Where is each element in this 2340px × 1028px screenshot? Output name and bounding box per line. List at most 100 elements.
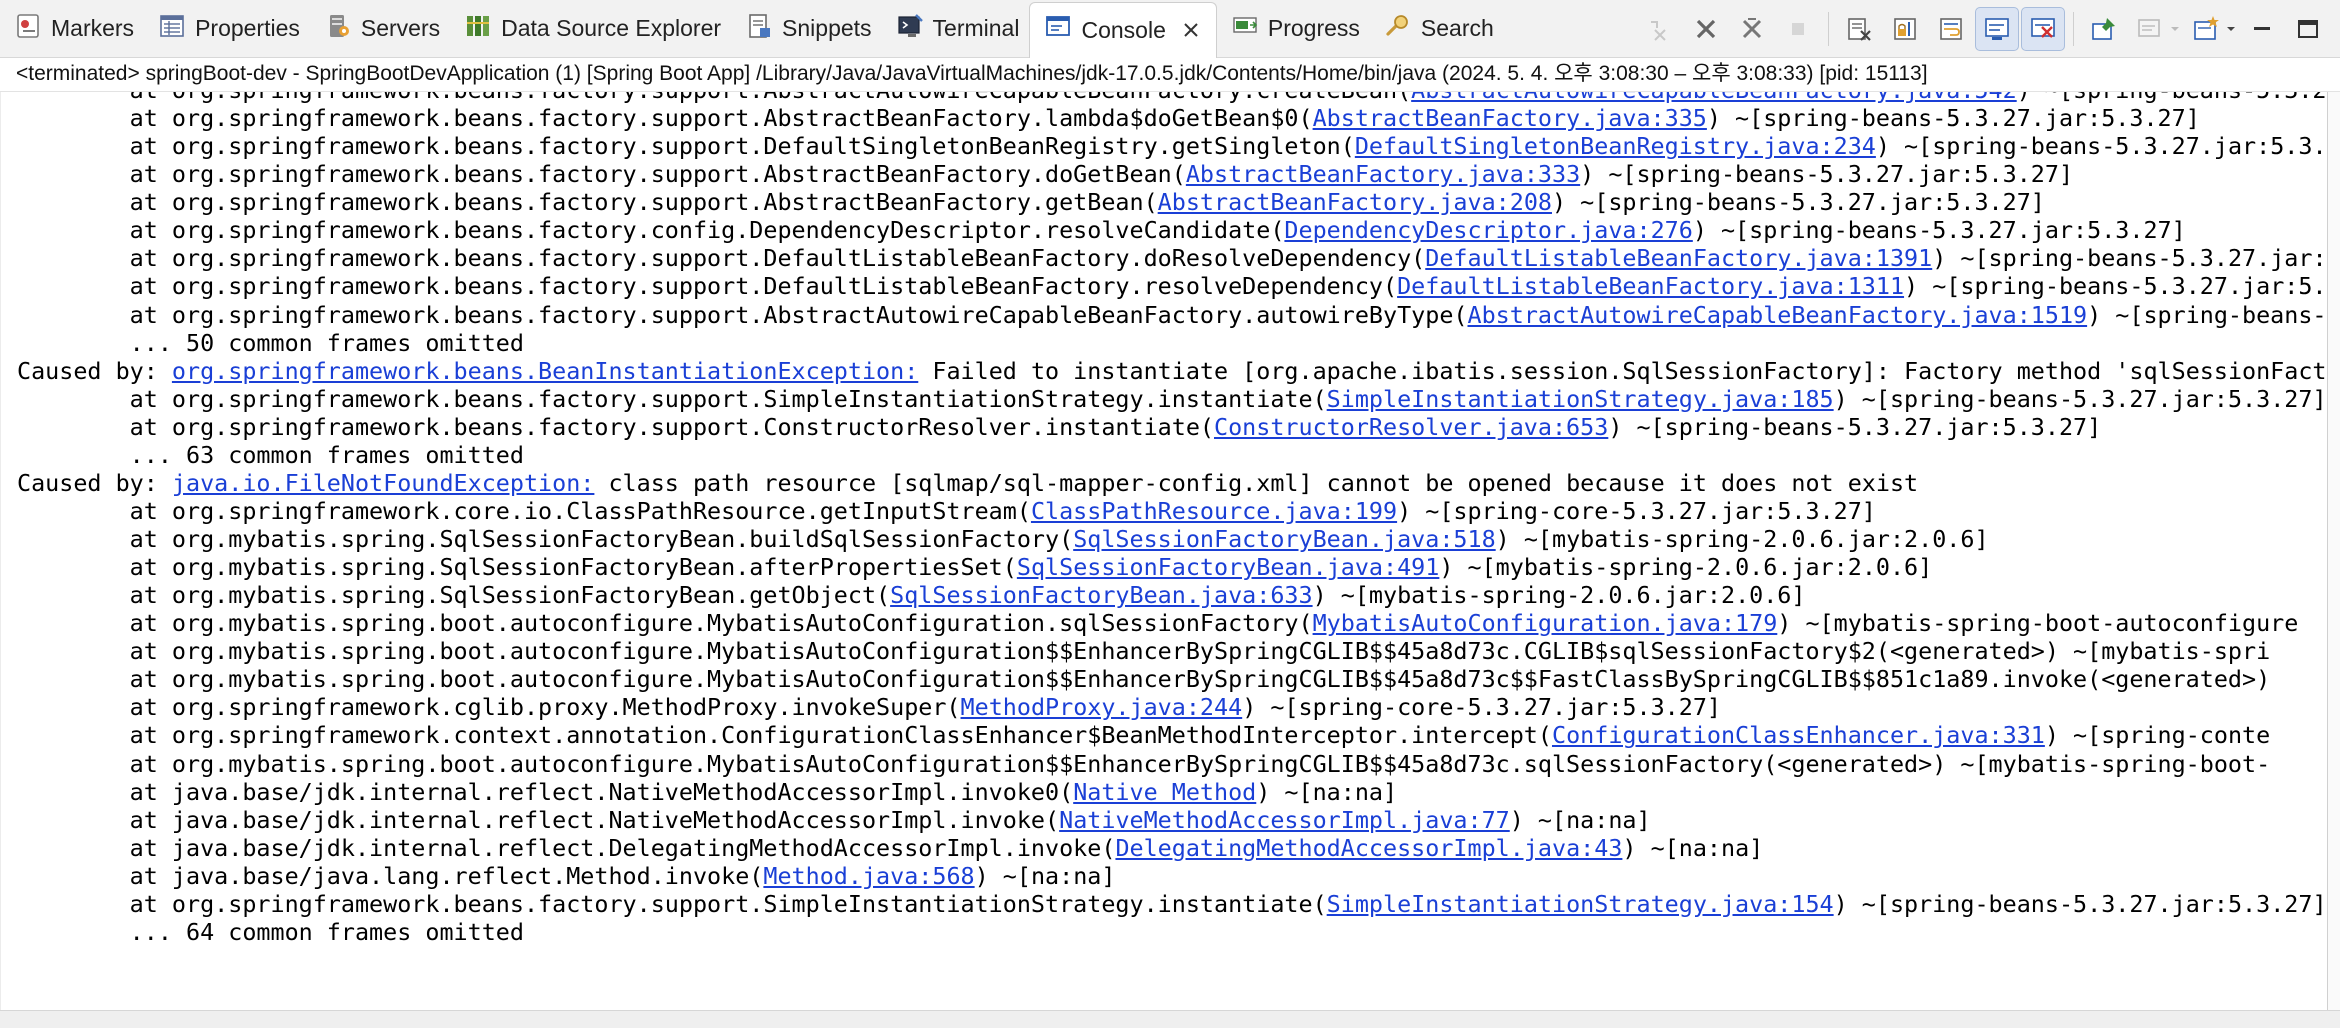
console-line: at org.mybatis.spring.boot.autoconfigure… — [1, 637, 2327, 666]
close-icon[interactable] — [1180, 19, 1202, 41]
console-text: at org.springframework.beans.factory.sup… — [17, 244, 1426, 273]
stack-trace-link[interactable]: MethodProxy.java:244 — [961, 693, 1243, 721]
console-line: at org.springframework.cglib.proxy.Metho… — [1, 693, 2327, 722]
console-line: at java.base/jdk.internal.reflect.Native… — [1, 777, 2327, 806]
console-text: class path resource [sqlmap/sql-mapper-c… — [594, 468, 1919, 497]
chevron-down-icon[interactable] — [2168, 7, 2182, 51]
console-text: at org.springframework.beans.factory.sup… — [17, 889, 1327, 918]
console-text: ) ~[spring-beans-5.3.27.jar:5.3.27] — [1580, 160, 2074, 189]
toolbar-separator — [1828, 12, 1829, 46]
stack-trace-link[interactable]: AbstractAutowireCapableBeanFactory.java:… — [1467, 301, 2087, 329]
console-line: at org.springframework.beans.factory.sup… — [1, 188, 2327, 217]
console-line: Caused by: org.springframework.beans.Bea… — [1, 356, 2327, 385]
tab-progress[interactable]: Progress — [1217, 3, 1370, 55]
tab-markers[interactable]: Markers — [0, 3, 144, 55]
stack-trace-link[interactable]: SqlSessionFactoryBean.java:518 — [1073, 525, 1495, 553]
display-selected-console-icon[interactable] — [2128, 7, 2172, 51]
tab-label: Markers — [51, 15, 135, 41]
stack-trace-link[interactable]: java.io.FileNotFoundException: — [172, 469, 594, 497]
tab-search[interactable]: Search — [1370, 3, 1504, 55]
tab-console[interactable]: Console — [1029, 1, 1217, 58]
console-line: at org.springframework.beans.factory.sup… — [1, 385, 2327, 413]
console-text: at org.springframework.beans.factory.sup… — [17, 300, 1468, 329]
tab-servers[interactable]: Servers — [310, 3, 450, 55]
console-text: at org.mybatis.spring.boot.autoconfigure… — [17, 609, 1313, 638]
stack-trace-link[interactable]: SimpleInstantiationStrategy.java:154 — [1327, 890, 1834, 918]
console-text: ) ~[mybatis-spring-2.0.6.jar:2.0.6] — [1439, 553, 1933, 582]
console-icon — [1044, 13, 1081, 47]
stack-trace-link[interactable]: DefaultSingletonBeanRegistry.java:234 — [1355, 132, 1876, 160]
console-text: ) ~[spring-beans-5.3.27.jar:5.3.27] — [1833, 889, 2327, 918]
console-text: at org.springframework.beans.factory.sup… — [17, 160, 1186, 189]
console-text: ) ~[spring-conte — [2044, 721, 2271, 750]
stack-trace-link[interactable]: AbstractBeanFactory.java:333 — [1186, 160, 1580, 188]
stack-trace-link[interactable]: AbstractBeanFactory.java:208 — [1158, 188, 1552, 216]
console-text: at org.mybatis.spring.SqlSessionFactoryB… — [17, 581, 891, 610]
console-text: at org.mybatis.spring.boot.autoconfigure… — [17, 665, 2271, 694]
tab-terminal[interactable]: Terminal — [882, 3, 1030, 55]
stack-trace-link[interactable]: NativeMethodAccessorImpl.java:77 — [1059, 806, 1510, 834]
console-text: ... 63 common frames omitted — [17, 440, 524, 469]
stack-trace-link[interactable]: SqlSessionFactoryBean.java:633 — [890, 581, 1312, 609]
pin-console-icon[interactable] — [2082, 7, 2126, 51]
stack-trace-link[interactable]: AbstractAutowireCapableBeanFactory.java:… — [1411, 92, 2017, 104]
stack-trace-link[interactable]: DependencyDescriptor.java:276 — [1284, 216, 1692, 244]
console-output[interactable]: at org.springframework.beans.factory.sup… — [0, 92, 2328, 1010]
console-text: at java.base/jdk.internal.reflect.Delega… — [17, 833, 1116, 862]
tab-data-source-explorer[interactable]: Data Source Explorer — [450, 3, 731, 55]
snippets-icon — [745, 12, 782, 46]
console-text: at java.base/jdk.internal.reflect.Native… — [17, 777, 1074, 806]
stack-trace-link[interactable]: Method.java:568 — [763, 862, 974, 890]
console-text: ... 64 common frames omitted — [17, 917, 524, 946]
console-text: Caused by: — [17, 356, 172, 385]
chevron-down-icon[interactable] — [2224, 7, 2238, 51]
console-text: at org.springframework.context.annotatio… — [17, 721, 1552, 750]
console-text: ) ~[na:na] — [1256, 777, 1398, 806]
remove-launch-icon[interactable] — [1730, 7, 1774, 51]
stack-trace-link[interactable]: MybatisAutoConfiguration.java:179 — [1313, 609, 1778, 637]
stack-trace-link[interactable]: DefaultListableBeanFactory.java:1311 — [1397, 272, 1904, 300]
vertical-scrollbar[interactable] — [2328, 92, 2340, 1010]
open-console-icon[interactable] — [2184, 7, 2228, 51]
stack-trace-link[interactable]: DefaultListableBeanFactory.java:1391 — [1425, 244, 1932, 272]
minimize-icon[interactable] — [2240, 7, 2284, 51]
stack-trace-link[interactable]: ClassPathResource.java:199 — [1031, 497, 1397, 525]
console-text: at org.mybatis.spring.boot.autoconfigure… — [17, 749, 2271, 778]
console-text: ) ~[spring-beans-5.3.27.jar:5.3.27] — [1608, 412, 2102, 441]
properties-icon — [158, 12, 195, 46]
tab-properties[interactable]: Properties — [144, 3, 310, 55]
console-line: Caused by: java.io.FileNotFoundException… — [1, 468, 2327, 497]
console-text: Caused by: — [17, 468, 172, 497]
progress-icon — [1231, 12, 1268, 46]
tab-label: Search — [1420, 15, 1494, 41]
console-line: at org.springframework.beans.factory.sup… — [1, 104, 2327, 132]
console-text: ) ~[spring-beans-5.3.27.jar:5.3.27] — [1551, 188, 2045, 217]
console-text: at org.mybatis.spring.boot.autoconfigure… — [17, 637, 2271, 666]
stack-trace-link[interactable]: ConstructorResolver.java:653 — [1214, 413, 1608, 441]
stack-trace-link[interactable]: DelegatingMethodAccessorImpl.java:43 — [1115, 834, 1622, 862]
terminal-icon — [896, 12, 933, 46]
clear-console-icon[interactable] — [1837, 7, 1881, 51]
show-error-output-icon[interactable] — [2021, 7, 2065, 51]
console-line: ... 63 common frames omitted — [1, 440, 2327, 469]
servers-icon — [324, 12, 361, 46]
tab-snippets[interactable]: Snippets — [731, 3, 882, 55]
stack-trace-link[interactable]: SimpleInstantiationStrategy.java:185 — [1327, 385, 1834, 413]
console-text: at org.springframework.cglib.proxy.Metho… — [17, 693, 961, 722]
stack-trace-link[interactable]: ConfigurationClassEnhancer.java:331 — [1552, 721, 2045, 749]
terminate-icon[interactable] — [1684, 7, 1728, 51]
stop-icon[interactable] — [1776, 7, 1820, 51]
word-wrap-icon[interactable] — [1929, 7, 1973, 51]
console-text: ) ~[spring-beans-5.3.27.jar:5.3.27] — [1692, 216, 2186, 245]
stack-trace-link[interactable]: SqlSessionFactoryBean.java:491 — [1017, 553, 1439, 581]
console-text: at org.springframework.beans.factory.sup… — [17, 272, 1398, 301]
console-text: ) ~[mybatis-spring-2.0.6.jar:2.0.6] — [1312, 581, 1806, 610]
stack-trace-link[interactable]: Native Method — [1073, 778, 1256, 806]
stack-trace-link[interactable]: org.springframework.beans.BeanInstantiat… — [172, 357, 918, 385]
scroll-lock-icon[interactable] — [1883, 7, 1927, 51]
view-tab-bar: Markers Properties Servers Data Source E… — [0, 0, 2340, 58]
stack-trace-link[interactable]: AbstractBeanFactory.java:335 — [1313, 104, 1707, 132]
maximize-icon[interactable] — [2286, 7, 2330, 51]
remove-all-terminated-icon[interactable] — [1638, 7, 1682, 51]
show-console-output-icon[interactable] — [1975, 7, 2019, 51]
